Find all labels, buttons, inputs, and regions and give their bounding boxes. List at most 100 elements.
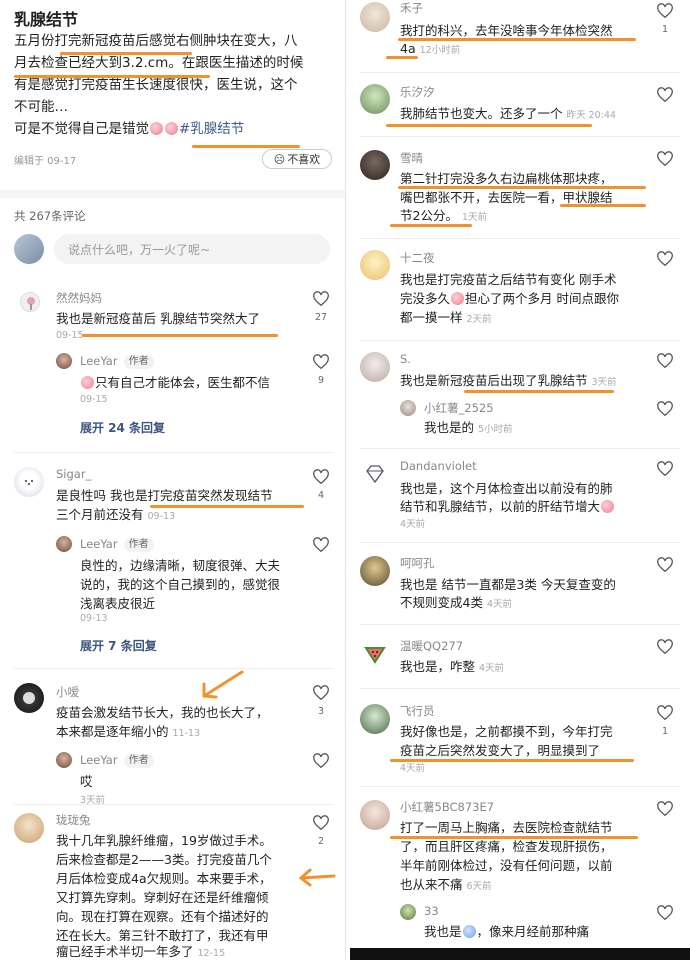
highlight-underline [192, 145, 300, 148]
comment-time: 昨天 20:44 [566, 110, 616, 121]
highlight-underline [82, 334, 278, 337]
commenter-name[interactable]: LeeYar [80, 537, 118, 551]
comment-time: 12小时前 [419, 45, 461, 56]
comment-text: 我也是新冠疫苗后 乳腺结节突然大了 [56, 311, 260, 326]
comment-text: 4a 12小时前 [400, 39, 650, 60]
commenter-name[interactable]: 温暖QQ277 [400, 638, 463, 654]
comment-text: 向。现在打算在观察。还有个描述好的 [56, 909, 269, 924]
comment-time: 1天前 [461, 212, 487, 223]
comment-text: 后来检查都是2——3类。打完疫苗几个 [56, 852, 272, 867]
avatar[interactable] [14, 683, 44, 713]
comment-text: 说的，我的这个自己摸到的，感觉很 [80, 577, 281, 592]
heart-icon [657, 3, 673, 19]
comment-text: 又打算先穿刺。穿刺好在还是纤维瘤倾 [56, 890, 269, 905]
commenter-name[interactable]: Dandanviolet [400, 459, 477, 473]
avatar[interactable] [360, 800, 390, 830]
commenter-name-row: LeeYar 作者 [80, 537, 154, 552]
commenter-name[interactable]: 十二夜 [400, 250, 435, 266]
commenter-name[interactable]: 小红薯_2525 [424, 400, 494, 416]
commenter-name[interactable]: Sigar_ [56, 467, 91, 481]
commenter-name[interactable]: S. [400, 352, 411, 366]
avatar[interactable] [14, 467, 44, 497]
like-button[interactable] [656, 556, 674, 576]
like-button[interactable]: 4 [312, 468, 330, 501]
dislike-button[interactable]: ☹ 不喜欢 [262, 149, 332, 169]
avatar[interactable] [56, 752, 72, 768]
heart-icon [657, 87, 673, 103]
comment-text: 月后体检变成4a欠规则。本来要手术， [56, 871, 272, 886]
commenter-name[interactable]: 珑珑兔 [56, 812, 91, 828]
like-count: 1 [661, 24, 669, 35]
like-button[interactable] [656, 800, 674, 820]
avatar[interactable] [360, 556, 390, 586]
like-button[interactable] [312, 536, 330, 556]
avatar[interactable] [360, 150, 390, 180]
author-badge: 作者 [123, 754, 154, 768]
comment-time: 12-15 [197, 948, 226, 959]
commenter-name[interactable]: LeeYar [80, 354, 118, 368]
comment-text-content: 都一摸一样 [400, 310, 463, 325]
like-button[interactable]: 2 [312, 814, 330, 847]
comment-time: 5小时前 [478, 424, 513, 435]
commenter-name[interactable]: 小嗳 [56, 684, 79, 700]
highlight-underline [386, 124, 592, 127]
left-screenshot-panel: 乳腺结节 五月份打完新冠疫苗后感觉右侧肿块在变大，八 月去检查已经大到3.2.c… [0, 0, 346, 960]
like-button[interactable] [656, 904, 674, 924]
author-badge: 作者 [123, 355, 154, 369]
commenter-name[interactable]: 33 [424, 904, 439, 918]
avatar[interactable] [400, 400, 416, 416]
commenter-name[interactable]: 然然妈妈 [56, 290, 102, 306]
commenter-name[interactable]: 呵呵孔 [400, 555, 435, 571]
like-button[interactable]: 1 [656, 704, 674, 737]
expand-replies-link[interactable]: 展开 7 条回复 [80, 637, 157, 654]
emoji-icon [601, 500, 615, 513]
comment-text-content: 我也是新冠疫苗后出现了乳腺结节 [400, 373, 588, 388]
avatar[interactable] [360, 352, 390, 382]
watermelon-icon[interactable] [364, 642, 386, 664]
commenter-name[interactable]: 禾子 [400, 0, 423, 16]
comment-input[interactable]: 说点什么吧，万一火了呢~ [54, 234, 330, 264]
avatar[interactable] [360, 704, 390, 734]
heart-icon [313, 753, 329, 769]
like-button[interactable] [656, 352, 674, 372]
commenter-name[interactable]: 小红薯5BC873E7 [400, 799, 494, 815]
comment-text: 不规则变成4类 4天前 [400, 593, 662, 614]
comment-text-content: 本来都是逐年缩小的 [56, 724, 169, 739]
avatar[interactable] [360, 2, 390, 32]
divider [360, 238, 680, 239]
expand-replies-link[interactable]: 展开 24 条回复 [80, 419, 165, 436]
like-button[interactable] [656, 460, 674, 480]
like-button[interactable]: 9 [312, 353, 330, 386]
heart-icon [657, 401, 673, 417]
avatar[interactable] [360, 84, 390, 114]
like-button[interactable] [656, 86, 674, 106]
commenter-name-row: LeeYar 作者 [80, 753, 154, 768]
avatar[interactable] [56, 536, 72, 552]
like-button[interactable] [656, 400, 674, 420]
like-button[interactable] [656, 638, 674, 658]
avatar[interactable] [14, 813, 44, 843]
avatar[interactable] [400, 904, 416, 920]
like-button[interactable]: 1 [656, 2, 674, 35]
commenter-name[interactable]: 乐汐汐 [400, 84, 435, 100]
heart-icon [313, 537, 329, 553]
like-button[interactable] [312, 752, 330, 772]
hashtag-link[interactable]: #乳腺结节 [179, 121, 244, 137]
comment-text: 我好像也是，之前都摸不到，今年打完 [400, 724, 613, 739]
diamond-icon[interactable] [364, 463, 386, 485]
comment-text-content: 我肺结节也变大。还多了一个 [400, 106, 563, 121]
like-button[interactable] [656, 250, 674, 270]
like-button[interactable]: 27 [312, 290, 330, 323]
avatar[interactable] [360, 250, 390, 280]
avatar[interactable] [20, 292, 40, 312]
commenter-name[interactable]: 飞行员 [400, 703, 435, 719]
heart-icon [657, 801, 673, 817]
comment-time: 11-13 [172, 728, 201, 739]
like-button[interactable]: 3 [312, 684, 330, 717]
avatar[interactable] [56, 353, 72, 369]
comment-time: 2天前 [466, 314, 492, 325]
post-title: 乳腺结节 [14, 10, 79, 29]
commenter-name[interactable]: 雪晴 [400, 150, 423, 166]
commenter-name[interactable]: LeeYar [80, 753, 118, 767]
like-button[interactable] [656, 150, 674, 170]
